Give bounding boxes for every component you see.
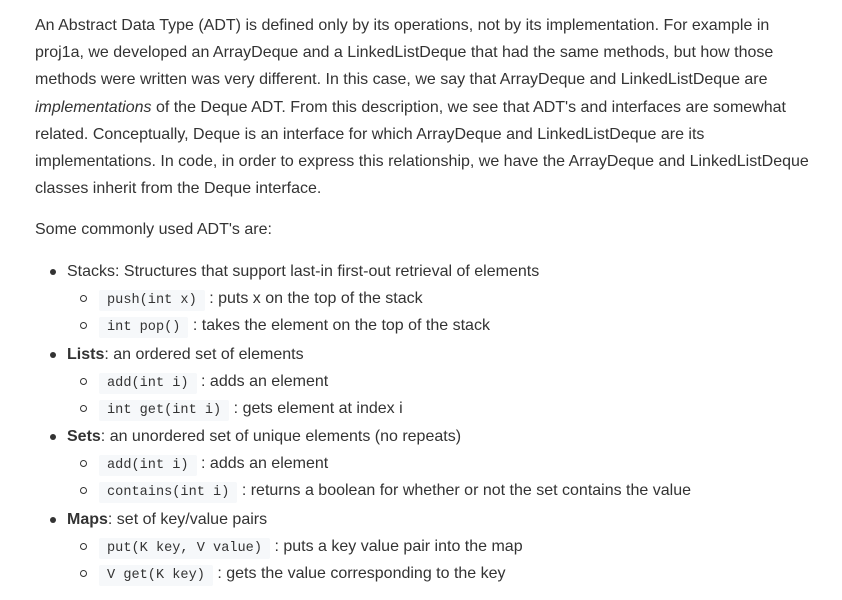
op-code: V get(K key)	[99, 565, 213, 586]
adt-op-stacks-pop: int pop() : takes the element on the top…	[80, 312, 490, 339]
adt-op-stacks-push: push(int x) : puts x on the top of the s…	[80, 285, 423, 312]
circle-bullet-icon	[80, 570, 87, 577]
bullet-icon	[50, 269, 56, 275]
adt-op-maps-put: put(K key, V value) : puts a key value p…	[80, 533, 523, 560]
circle-bullet-icon	[80, 487, 87, 494]
adt-name: Stacks	[67, 263, 116, 280]
op-code: int get(int i)	[99, 400, 230, 421]
op-code: put(K key, V value)	[99, 538, 270, 559]
intro-paragraph: An Abstract Data Type (ADT) is defined o…	[35, 12, 815, 202]
intro-text-part2: of the Deque ADT. From this description,…	[35, 98, 809, 198]
circle-bullet-icon	[80, 460, 87, 467]
op-code: add(int i)	[99, 373, 197, 394]
op-description: : takes the element on the top of the st…	[192, 317, 490, 334]
op-description: : adds an element	[201, 373, 329, 390]
op-description: : adds an element	[201, 455, 329, 472]
adt-description: : set of key/value pairs	[107, 511, 268, 528]
circle-bullet-icon	[80, 322, 87, 329]
op-code: add(int i)	[99, 455, 197, 476]
op-description: : gets the value corresponding to the ke…	[217, 565, 506, 582]
circle-bullet-icon	[80, 295, 87, 302]
bullet-icon	[50, 517, 56, 523]
circle-bullet-icon	[80, 405, 87, 412]
adt-description: : an ordered set of elements	[104, 346, 304, 363]
op-description: : returns a boolean for whether or not t…	[241, 482, 691, 499]
adt-name: Lists	[67, 346, 105, 363]
adt-op-maps-get: V get(K key) : gets the value correspond…	[80, 560, 506, 587]
circle-bullet-icon	[80, 378, 87, 385]
adt-item-sets: Sets: an unordered set of unique element…	[50, 423, 462, 450]
adt-name: Sets	[67, 428, 101, 445]
adt-op-sets-add: add(int i) : adds an element	[80, 450, 329, 477]
circle-bullet-icon	[80, 543, 87, 550]
intro-text-part1: An Abstract Data Type (ADT) is defined o…	[35, 17, 774, 89]
adt-op-lists-get: int get(int i) : gets element at index i	[80, 395, 403, 422]
intro-emphasis: implementations	[35, 98, 152, 116]
bullet-icon	[50, 352, 56, 358]
adt-op-sets-contains: contains(int i) : returns a boolean for …	[80, 477, 691, 504]
adt-description: : Structures that support last-in first-…	[115, 263, 540, 280]
adt-item-stacks: Stacks: Structures that support last-in …	[50, 258, 540, 285]
op-code: contains(int i)	[99, 482, 238, 503]
op-description: : gets element at index i	[233, 400, 403, 417]
op-description: : puts x on the top of the stack	[209, 290, 423, 307]
op-code: push(int x)	[99, 290, 205, 311]
op-description: : puts a key value pair into the map	[274, 538, 523, 555]
adt-description: : an unordered set of unique elements (n…	[100, 428, 462, 445]
adt-item-maps: Maps: set of key/value pairs	[50, 506, 268, 533]
adt-name: Maps	[67, 511, 108, 528]
document-page: An Abstract Data Type (ADT) is defined o…	[0, 0, 842, 600]
op-code: int pop()	[99, 317, 189, 338]
bullet-icon	[50, 434, 56, 440]
adt-list-lead: Some commonly used ADT's are:	[35, 221, 272, 238]
adt-op-lists-add: add(int i) : adds an element	[80, 368, 329, 395]
adt-item-lists: Lists: an ordered set of elements	[50, 341, 304, 368]
